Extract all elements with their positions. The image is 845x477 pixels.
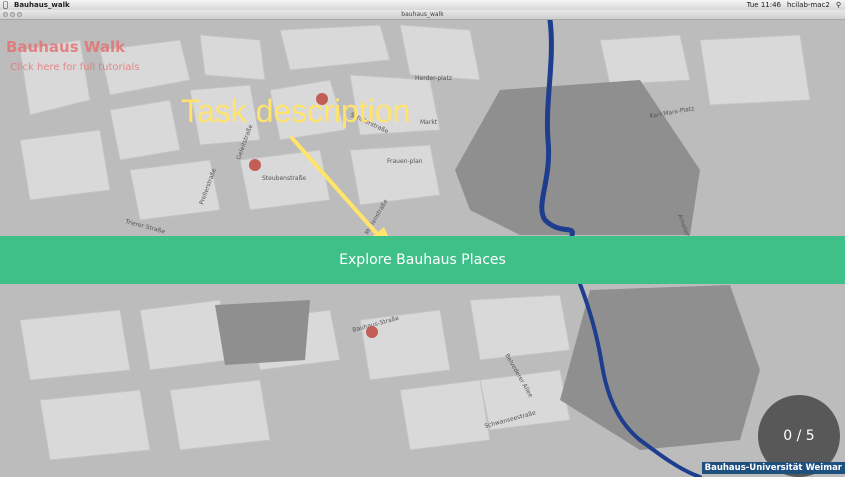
apple-menu-icon[interactable]:  [3, 0, 8, 10]
window-title: bauhaus_walk [401, 11, 444, 18]
clock: Tue 11:46 [746, 1, 781, 9]
window-titlebar: bauhaus_walk [0, 10, 845, 20]
user-name[interactable]: hcilab-mac2 [787, 0, 830, 10]
street-label: Steubenstraße [262, 175, 306, 182]
bauhaus-place-marker[interactable] [366, 326, 378, 338]
street-label: Markt [420, 119, 438, 126]
task-banner: Explore Bauhaus Places [0, 236, 845, 284]
street-label: Herder-platz [415, 75, 452, 82]
menubar-app-name[interactable]: Bauhaus_walk [14, 0, 70, 10]
tutorial-link[interactable]: Click here for full tutorials [10, 62, 140, 73]
app-title: Bauhaus Walk [6, 38, 126, 56]
university-badge: Bauhaus-Universität Weimar [701, 462, 845, 474]
task-label: Explore Bauhaus Places [339, 252, 506, 268]
spotlight-icon[interactable]: ⚲ [836, 0, 841, 10]
street-label: Frauen-plan [387, 158, 423, 165]
bauhaus-place-marker[interactable] [249, 159, 261, 171]
progress-text: 0 / 5 [783, 428, 815, 444]
annotation-label: Task description [181, 93, 411, 129]
